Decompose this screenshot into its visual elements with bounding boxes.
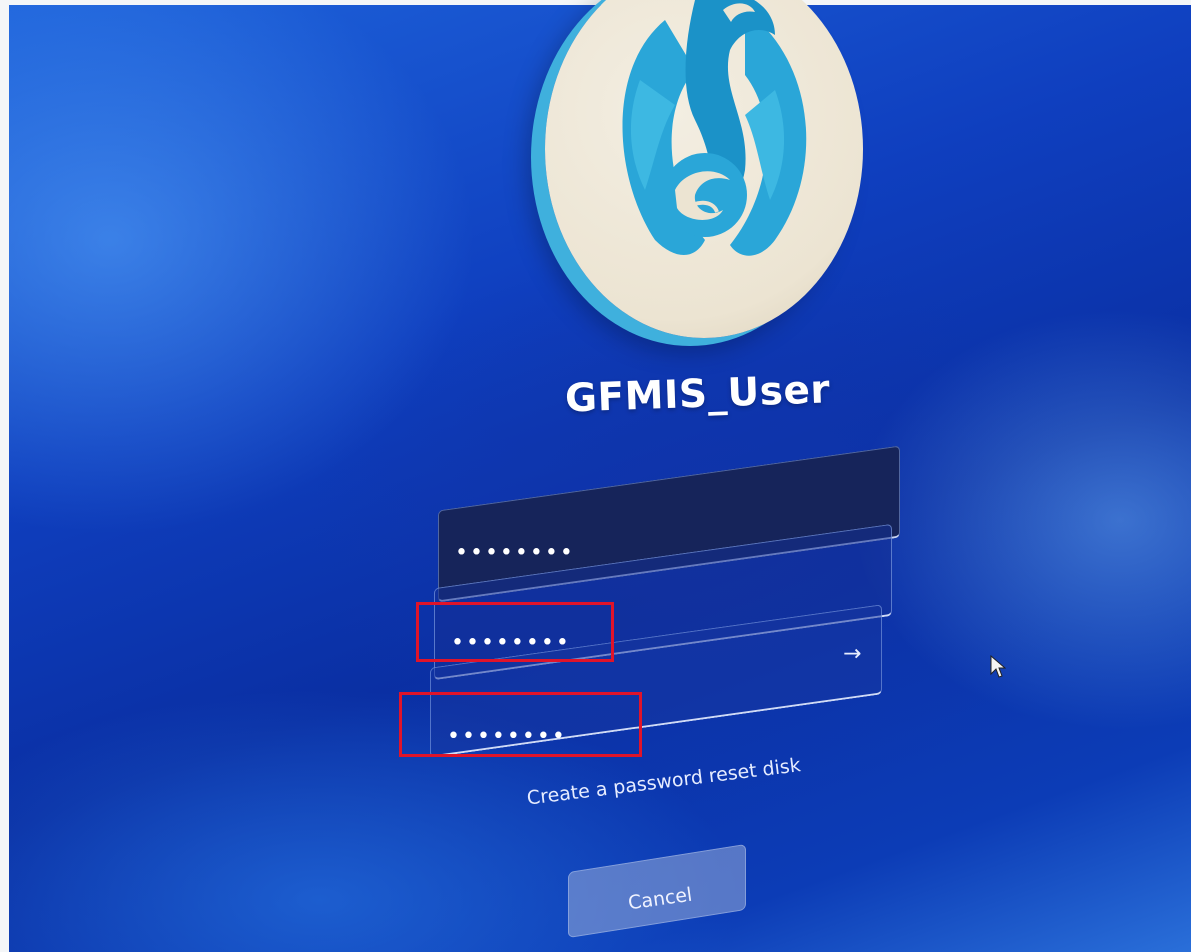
user-avatar-logo xyxy=(545,0,863,338)
phoenix-emblem-icon xyxy=(622,0,807,256)
login-screen: GFMIS_User •••••••• •••••••• •••••••• → … xyxy=(0,0,1191,952)
account-username: GFMIS_User xyxy=(564,367,831,422)
red-highlight-box xyxy=(416,602,614,662)
photo-edge-left xyxy=(0,0,9,952)
password-masked-value: •••••••• xyxy=(455,540,575,566)
arrow-right-icon[interactable]: → xyxy=(843,641,863,666)
mouse-pointer-icon xyxy=(990,655,1006,678)
red-highlight-box xyxy=(399,692,642,757)
create-password-reset-disk-link[interactable]: Create a password reset disk xyxy=(526,752,817,809)
